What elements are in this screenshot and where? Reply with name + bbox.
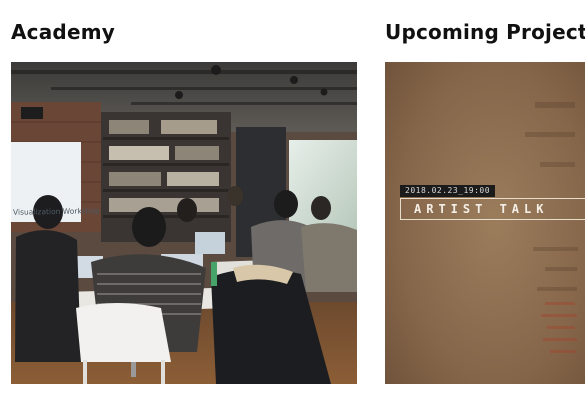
poster-background [385,62,585,384]
academy-photo-card[interactable]: Visualization Workshop [11,62,357,384]
academy-heading: Academy [11,20,115,44]
event-title: ARTIST TALK [414,202,549,216]
projection-screen-text: Visualization Workshop [12,206,100,217]
upcoming-project-heading: Upcoming Project [385,20,585,44]
event-date-label: 2018.02.23_19:00 [400,185,496,197]
upcoming-project-poster[interactable]: 2018.02.23_19:00 ARTIST TALK [385,62,585,384]
workshop-photo [11,62,357,384]
